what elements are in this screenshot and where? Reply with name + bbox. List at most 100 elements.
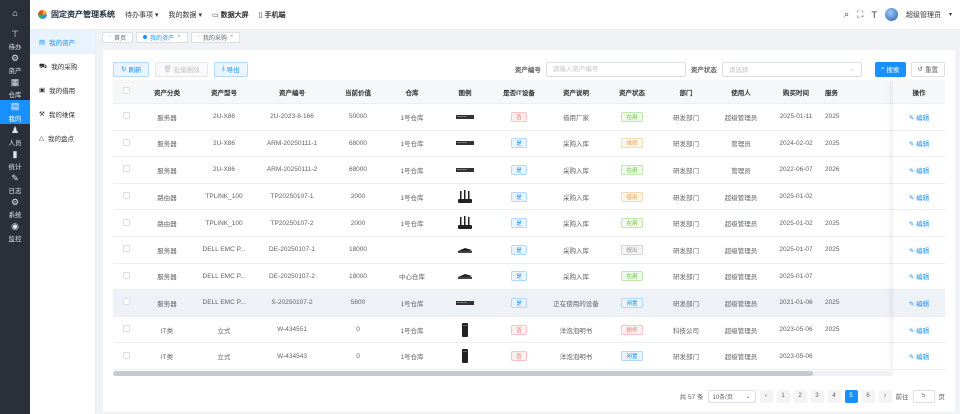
row-checkbox-cell[interactable]	[113, 165, 139, 174]
row-checkbox[interactable]	[122, 112, 130, 120]
side-item-borrow[interactable]: ▣ 我的借用	[30, 78, 95, 102]
refresh-icon: ↻	[121, 66, 127, 73]
rail-item-todo[interactable]: ⊤ 待办	[0, 28, 30, 52]
rail-item-label: 日志	[8, 187, 22, 195]
side-item-my-asset[interactable]: ▤ 我的资产	[30, 30, 95, 54]
edit-button[interactable]: ✎ 编辑	[909, 328, 929, 335]
category-cell: 服务器	[157, 247, 177, 255]
column-header[interactable]	[113, 87, 139, 96]
row-checkbox-cell[interactable]	[113, 298, 139, 307]
table-row[interactable]: 服务器 2U-X86 ARM-20250111-1 68000 1号仓库 是 采购入库 维修 研…	[113, 131, 945, 158]
top-nav-item[interactable]: ▯ 手机端	[259, 10, 286, 20]
edit-button[interactable]: ✎ 编辑	[909, 168, 929, 175]
row-checkbox[interactable]	[122, 325, 130, 333]
refresh-button[interactable]: ↻ 刷新	[113, 61, 150, 77]
rail-item-my[interactable]: ▤ 我的	[0, 100, 30, 124]
avatar[interactable]	[884, 8, 898, 21]
page-button[interactable]: 5	[844, 389, 858, 403]
page-size-select[interactable]: 10条/页 ⌄	[707, 389, 756, 403]
table-row[interactable]: 服务器 2U-X86 ARM-20250111-2 68000 1号仓库 是 采购入库 在用 研…	[113, 157, 945, 184]
reset-button[interactable]: ↺ 重置	[910, 61, 945, 77]
page-button[interactable]: 6	[861, 389, 875, 403]
side-item-cart[interactable]: ⛟ 我的采购	[30, 54, 95, 78]
rail-item-system-gear[interactable]: ⚙ 系统	[0, 196, 30, 220]
table-row[interactable]: 服务器 DELL EMC P... DE-20250107-2 18000 中心仓库 是 采…	[113, 264, 945, 291]
select-all-checkbox[interactable]	[122, 87, 130, 94]
page-button[interactable]: 1	[776, 389, 790, 403]
scrollbar-thumb[interactable]	[113, 371, 813, 376]
row-checkbox[interactable]	[122, 351, 130, 359]
row-checkbox[interactable]	[122, 192, 130, 200]
inventory-icon: △	[39, 135, 44, 142]
search-button[interactable]: ⌕ 搜索	[874, 61, 906, 77]
page-button[interactable]: 2	[793, 389, 807, 403]
edit-button[interactable]: ✎ 编辑	[909, 274, 929, 281]
top-nav-item[interactable]: ▭ 数据大屏	[212, 10, 249, 20]
edit-button[interactable]: ✎ 编辑	[909, 141, 929, 148]
rail-item-monitor-eye[interactable]: ◉ 监控	[0, 220, 30, 244]
row-checkbox-cell[interactable]	[113, 112, 139, 121]
row-checkbox[interactable]	[122, 298, 130, 306]
fullscreen-icon[interactable]: ⛶	[857, 9, 863, 20]
table-row[interactable]: 服务器 DELL EMC P... DE-20250107-1 18000 是 采购入库 报…	[113, 237, 945, 264]
row-checkbox-cell[interactable]	[113, 245, 139, 254]
export-button[interactable]: ⤓ 导出	[213, 61, 248, 77]
extra-cell: 2025	[825, 139, 840, 147]
row-checkbox-cell[interactable]	[113, 351, 139, 361]
rail-item-people[interactable]: ♟ 人员	[0, 124, 30, 148]
batch-delete-button[interactable]: 🗑 批量删除	[155, 61, 208, 77]
prev-page-button[interactable]: ‹	[759, 389, 773, 403]
table-row[interactable]: IT类 立式 W-434543 0 1号仓库 否 洋泡泡明书 闲置 研发部门 超级管理员 2023-…	[113, 343, 945, 370]
side-item-inventory[interactable]: △ 我的盘点	[30, 126, 95, 150]
top-nav-item[interactable]: 待办事项 ▾	[125, 10, 159, 20]
table-row[interactable]: 路由器 TPLINK_100 TP20250107-1 2000 1号仓库 是 采购入库 借用…	[113, 184, 945, 211]
top-nav-item[interactable]: 我的数据 ▾	[169, 10, 203, 20]
next-page-button[interactable]: ›	[878, 389, 892, 403]
row-checkbox-cell[interactable]	[113, 325, 139, 334]
edit-button[interactable]: ✎ 编辑	[909, 354, 929, 361]
rail-item-warehouse[interactable]: ▦ 仓库	[0, 76, 30, 100]
tab-item[interactable]: ◦ 我的采购 ×	[190, 31, 241, 43]
table-row[interactable]: 服务器 2U-X86 2U-2023-8-166 50000 1号仓库 否 借用厂家 在用 研发…	[113, 104, 945, 131]
rail-item-stats[interactable]: ▮ 统计	[0, 148, 30, 172]
edit-button[interactable]: ✎ 编辑	[909, 248, 929, 255]
row-checkbox[interactable]	[122, 271, 130, 279]
table-row[interactable]: IT类 立式 W-434551 0 1号仓库 否 洋泡泡明书 损坏 科技公司 超级管理员 2023-…	[113, 317, 945, 344]
status-select[interactable]: 请选择 ⌄	[721, 61, 862, 77]
row-checkbox[interactable]	[122, 138, 130, 146]
op-cell: ✎ 编辑	[893, 165, 945, 175]
value-cell: 68000	[348, 139, 368, 147]
rail-item-log[interactable]: ✎ 日志	[0, 172, 30, 196]
chevron-down-icon[interactable]: ▾	[949, 11, 952, 18]
edit-button[interactable]: ✎ 编辑	[909, 195, 929, 202]
row-checkbox[interactable]	[122, 218, 130, 226]
font-size-icon[interactable]: T	[871, 10, 877, 20]
my-asset-icon: ▤	[39, 39, 46, 46]
table-row[interactable]: 服务器 DELL EMC P... S-20250107-2 5800 1号仓库 是 正在使…	[113, 290, 945, 317]
asset-no-input[interactable]	[545, 61, 686, 77]
edit-button[interactable]: ✎ 编辑	[909, 221, 929, 228]
table-row[interactable]: 路由器 TPLINK_100 TP20250107-2 2000 1号仓库 是 采购入库 在用…	[113, 210, 945, 237]
rail-item-asset[interactable]: ⚙ 资产	[0, 52, 30, 76]
page-button[interactable]: 4	[827, 389, 841, 403]
user-name[interactable]: 超级管理员	[906, 10, 941, 20]
tab-active[interactable]: 我的资产 ×	[136, 31, 188, 43]
row-checkbox[interactable]	[122, 165, 130, 173]
edit-button[interactable]: ✎ 编辑	[909, 301, 929, 308]
page-button[interactable]: 3	[810, 389, 824, 403]
goto-page-input[interactable]	[912, 389, 935, 403]
side-item-repair[interactable]: ⚒ 我的维保	[30, 102, 95, 126]
row-checkbox-cell[interactable]	[113, 271, 139, 281]
edit-button[interactable]: ✎ 编辑	[909, 115, 929, 122]
row-checkbox-cell[interactable]	[113, 218, 139, 228]
horizontal-scrollbar[interactable]	[113, 371, 893, 376]
close-icon[interactable]: ×	[177, 34, 181, 40]
rail-item-home[interactable]: ⌂	[0, 0, 30, 28]
status-badge: 在用	[621, 111, 643, 122]
row-checkbox[interactable]	[122, 245, 130, 253]
tab-item[interactable]: ◦ 首页	[102, 31, 134, 43]
close-icon[interactable]: ×	[230, 34, 234, 40]
search-icon[interactable]: ⌕	[844, 9, 849, 20]
row-checkbox-cell[interactable]	[113, 138, 139, 148]
row-checkbox-cell[interactable]	[113, 192, 139, 201]
